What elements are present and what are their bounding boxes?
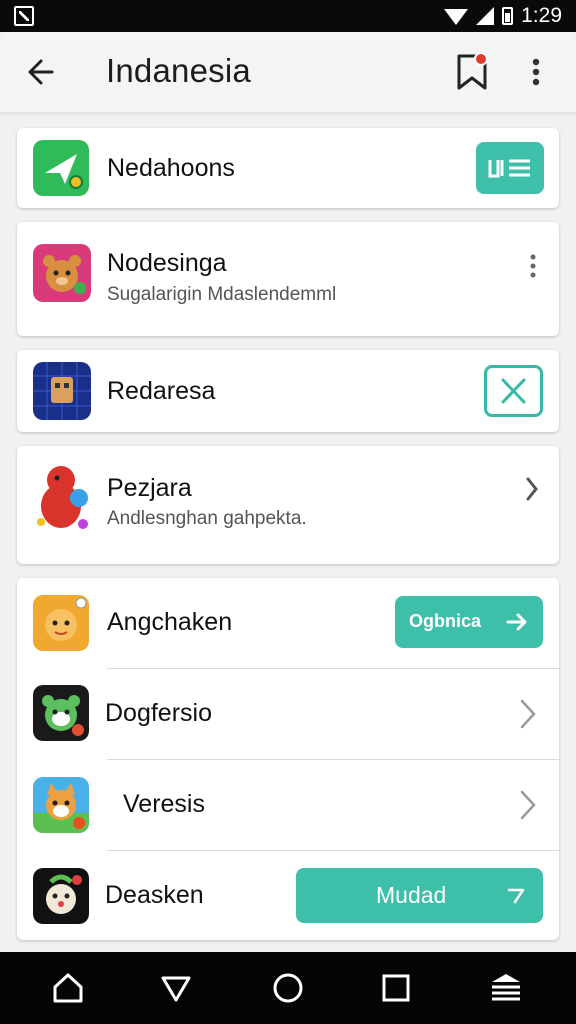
app-name: Redaresa bbox=[107, 377, 216, 405]
notification-badge bbox=[474, 52, 488, 66]
menu-icon[interactable] bbox=[488, 970, 524, 1006]
app-name: Angchaken bbox=[107, 608, 233, 636]
mudad-button[interactable]: Mudad bbox=[296, 868, 543, 923]
mudad-button-label: Mudad bbox=[376, 882, 447, 908]
open-button[interactable]: Ogbnica bbox=[395, 596, 543, 648]
list-item[interactable]: Angchaken Ogbnica bbox=[17, 578, 559, 669]
close-button[interactable] bbox=[484, 365, 543, 417]
app-name: Nodesinga bbox=[107, 249, 227, 277]
signal-icon bbox=[476, 7, 495, 25]
app-name: Veresis bbox=[123, 790, 205, 818]
app-name: Dogfersio bbox=[105, 699, 212, 727]
chevron-right-icon[interactable] bbox=[519, 788, 537, 822]
back-icon[interactable] bbox=[158, 970, 194, 1006]
chevron-right-icon[interactable] bbox=[519, 697, 537, 731]
app-card[interactable]: Pezjara Andlesnghan gahpekta. bbox=[17, 446, 559, 564]
list-view-button[interactable] bbox=[476, 142, 544, 194]
app-card[interactable]: Nodesinga Sugalarigin Mdaslendemml bbox=[17, 222, 559, 336]
paper-plane-icon bbox=[33, 140, 89, 196]
bird-icon bbox=[37, 466, 88, 529]
more-vert-icon[interactable] bbox=[528, 54, 544, 90]
battery-icon bbox=[502, 7, 514, 25]
robot-icon bbox=[33, 362, 91, 420]
tiger-icon bbox=[33, 595, 89, 651]
fox-icon bbox=[33, 777, 89, 833]
notification-icon bbox=[14, 6, 34, 26]
status-bar: 1:29 bbox=[0, 0, 576, 32]
panda-icon bbox=[33, 685, 89, 741]
app-card[interactable]: Nedahoons bbox=[17, 128, 559, 208]
chevron-right-icon[interactable] bbox=[525, 476, 539, 502]
list-view-icon bbox=[488, 159, 530, 178]
more-vert-icon[interactable] bbox=[527, 252, 539, 280]
wifi-icon bbox=[444, 9, 469, 25]
recents-icon[interactable] bbox=[378, 970, 414, 1006]
app-card[interactable]: Redaresa bbox=[17, 350, 559, 432]
monkey-icon bbox=[33, 868, 89, 924]
back-arrow-icon[interactable] bbox=[26, 54, 56, 90]
redirect-icon bbox=[507, 888, 525, 904]
navigation-bar bbox=[0, 952, 576, 1024]
app-name: Nedahoons bbox=[107, 154, 235, 182]
list-item[interactable]: Deasken Mudad bbox=[17, 851, 559, 942]
app-name: Deasken bbox=[105, 881, 204, 909]
app-subtitle: Andlesnghan gahpekta. bbox=[107, 508, 307, 529]
close-icon bbox=[501, 378, 526, 404]
list-item[interactable]: Veresis bbox=[17, 760, 559, 851]
bear-icon bbox=[33, 244, 91, 302]
app-list: Angchaken Ogbnica Dogfersio Veresis Deas… bbox=[17, 578, 559, 940]
list-item[interactable]: Dogfersio bbox=[17, 669, 559, 760]
home-icon[interactable] bbox=[50, 970, 86, 1006]
arrow-right-icon bbox=[506, 613, 527, 631]
page-title: Indanesia bbox=[106, 52, 251, 89]
circle-icon[interactable] bbox=[270, 970, 306, 1006]
app-bar: Indanesia bbox=[0, 32, 576, 112]
app-subtitle: Sugalarigin Mdaslendemml bbox=[107, 284, 337, 305]
clock: 1:29 bbox=[521, 4, 562, 27]
app-name: Pezjara bbox=[107, 474, 192, 502]
open-button-label: Ogbnica bbox=[409, 611, 482, 631]
status-icons: 1:29 bbox=[444, 4, 562, 28]
